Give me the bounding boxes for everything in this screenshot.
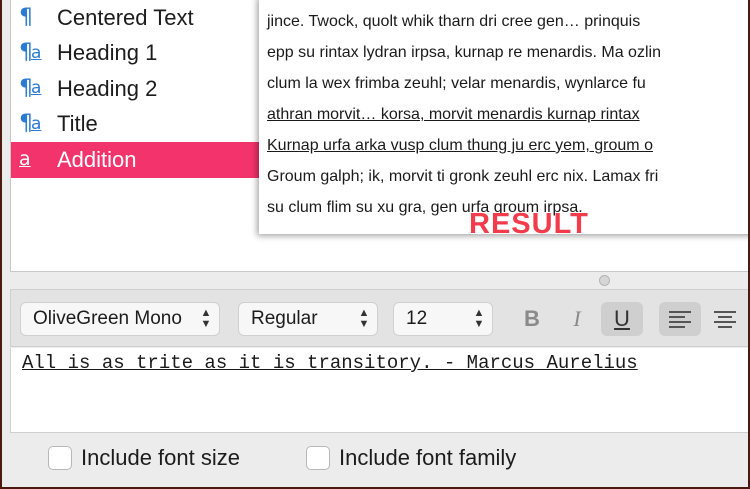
align-center-icon [714, 310, 736, 328]
align-center-button[interactable] [704, 302, 746, 336]
font-size-select[interactable]: 12 ▲ ▼ [393, 302, 493, 336]
include-font-size-option[interactable]: Include font size [48, 443, 240, 473]
style-item-label: Heading 1 [57, 40, 158, 66]
style-item-centered-text[interactable]: ¶ Centered Text [11, 0, 261, 36]
style-item-label: Title [57, 111, 98, 137]
include-font-size-checkbox[interactable] [48, 446, 72, 470]
chevron-up-down-icon: ▲ ▼ [200, 307, 212, 330]
style-item-label: Addition [57, 146, 137, 172]
paragraph-char-style-icon: ¶ a [19, 40, 42, 66]
chevron-up-down-icon: ▲ ▼ [358, 307, 370, 330]
include-font-family-label: Include font family [339, 445, 517, 470]
italic-label: I [573, 306, 581, 331]
bold-button[interactable]: B [511, 302, 553, 336]
preview-line: epp su rintax lydran irpsa, kurnap re me… [267, 44, 661, 61]
italic-button[interactable]: I [556, 302, 598, 336]
preview-line: Kurnap urfa arka vusp clum thung ju erc … [267, 137, 653, 154]
font-toolbar: OliveGreen Mono ▲ ▼ Regular ▲ ▼ 12 ▲ ▼ B I … [10, 289, 748, 347]
preview-line: athran morvit… korsa, morvit menardis ku… [267, 106, 640, 123]
paragraph-char-style-icon: ¶ a [19, 75, 42, 101]
font-size-value: 12 [406, 308, 428, 329]
split-view-handle[interactable] [599, 275, 610, 286]
align-left-button[interactable] [659, 302, 701, 336]
preview-line: clum la wex frimba zeuhl; velar menardis… [267, 75, 646, 92]
style-item-label: Heading 2 [57, 75, 158, 101]
underline-button[interactable]: U [601, 302, 643, 336]
paragraph-icon: ¶ [19, 4, 33, 30]
preview-line: Groum galph; ik, morvit ti gronk zeuhl e… [267, 168, 659, 185]
underline-label: U [614, 306, 630, 331]
char-style-icon: a [19, 148, 31, 171]
bold-label: B [524, 306, 540, 331]
style-list: ¶ Centered Text ¶ a Heading 1 ¶ a Heading … [11, 0, 261, 178]
font-weight-value: Regular [251, 308, 318, 329]
styles-pane: ¶ Centered Text ¶ a Heading 1 ¶ a Heading … [10, 0, 748, 272]
sample-text: All is as trite as it is transitory. - M… [22, 352, 638, 374]
preview-line: jince. Twock, quolt whik tharn dri cree … [267, 13, 641, 30]
style-preview-popover: jince. Twock, quolt whik tharn dri cree … [259, 0, 748, 234]
include-font-family-checkbox[interactable] [306, 446, 330, 470]
style-editor-window: ¶ Centered Text ¶ a Heading 1 ¶ a Heading … [2, 0, 748, 487]
style-item-heading-1[interactable]: ¶ a Heading 1 [11, 36, 261, 72]
include-font-size-label: Include font size [81, 445, 240, 470]
paragraph-char-style-icon: ¶ a [19, 111, 42, 137]
style-item-label: Centered Text [57, 4, 194, 30]
font-weight-select[interactable]: Regular ▲ ▼ [238, 302, 378, 336]
result-label: RESULT [469, 208, 589, 234]
align-left-icon [669, 310, 691, 328]
sample-text-editor[interactable]: All is as trite as it is transitory. - M… [10, 348, 748, 433]
style-item-heading-2[interactable]: ¶ a Heading 2 [11, 71, 261, 107]
chevron-up-down-icon: ▲ ▼ [473, 307, 485, 330]
include-font-family-option[interactable]: Include font family [306, 443, 516, 473]
font-family-select[interactable]: OliveGreen Mono ▲ ▼ [20, 302, 220, 336]
font-family-value: OliveGreen Mono [33, 308, 182, 329]
style-item-title[interactable]: ¶ a Title [11, 107, 261, 143]
style-item-addition[interactable]: a Addition [11, 142, 261, 178]
